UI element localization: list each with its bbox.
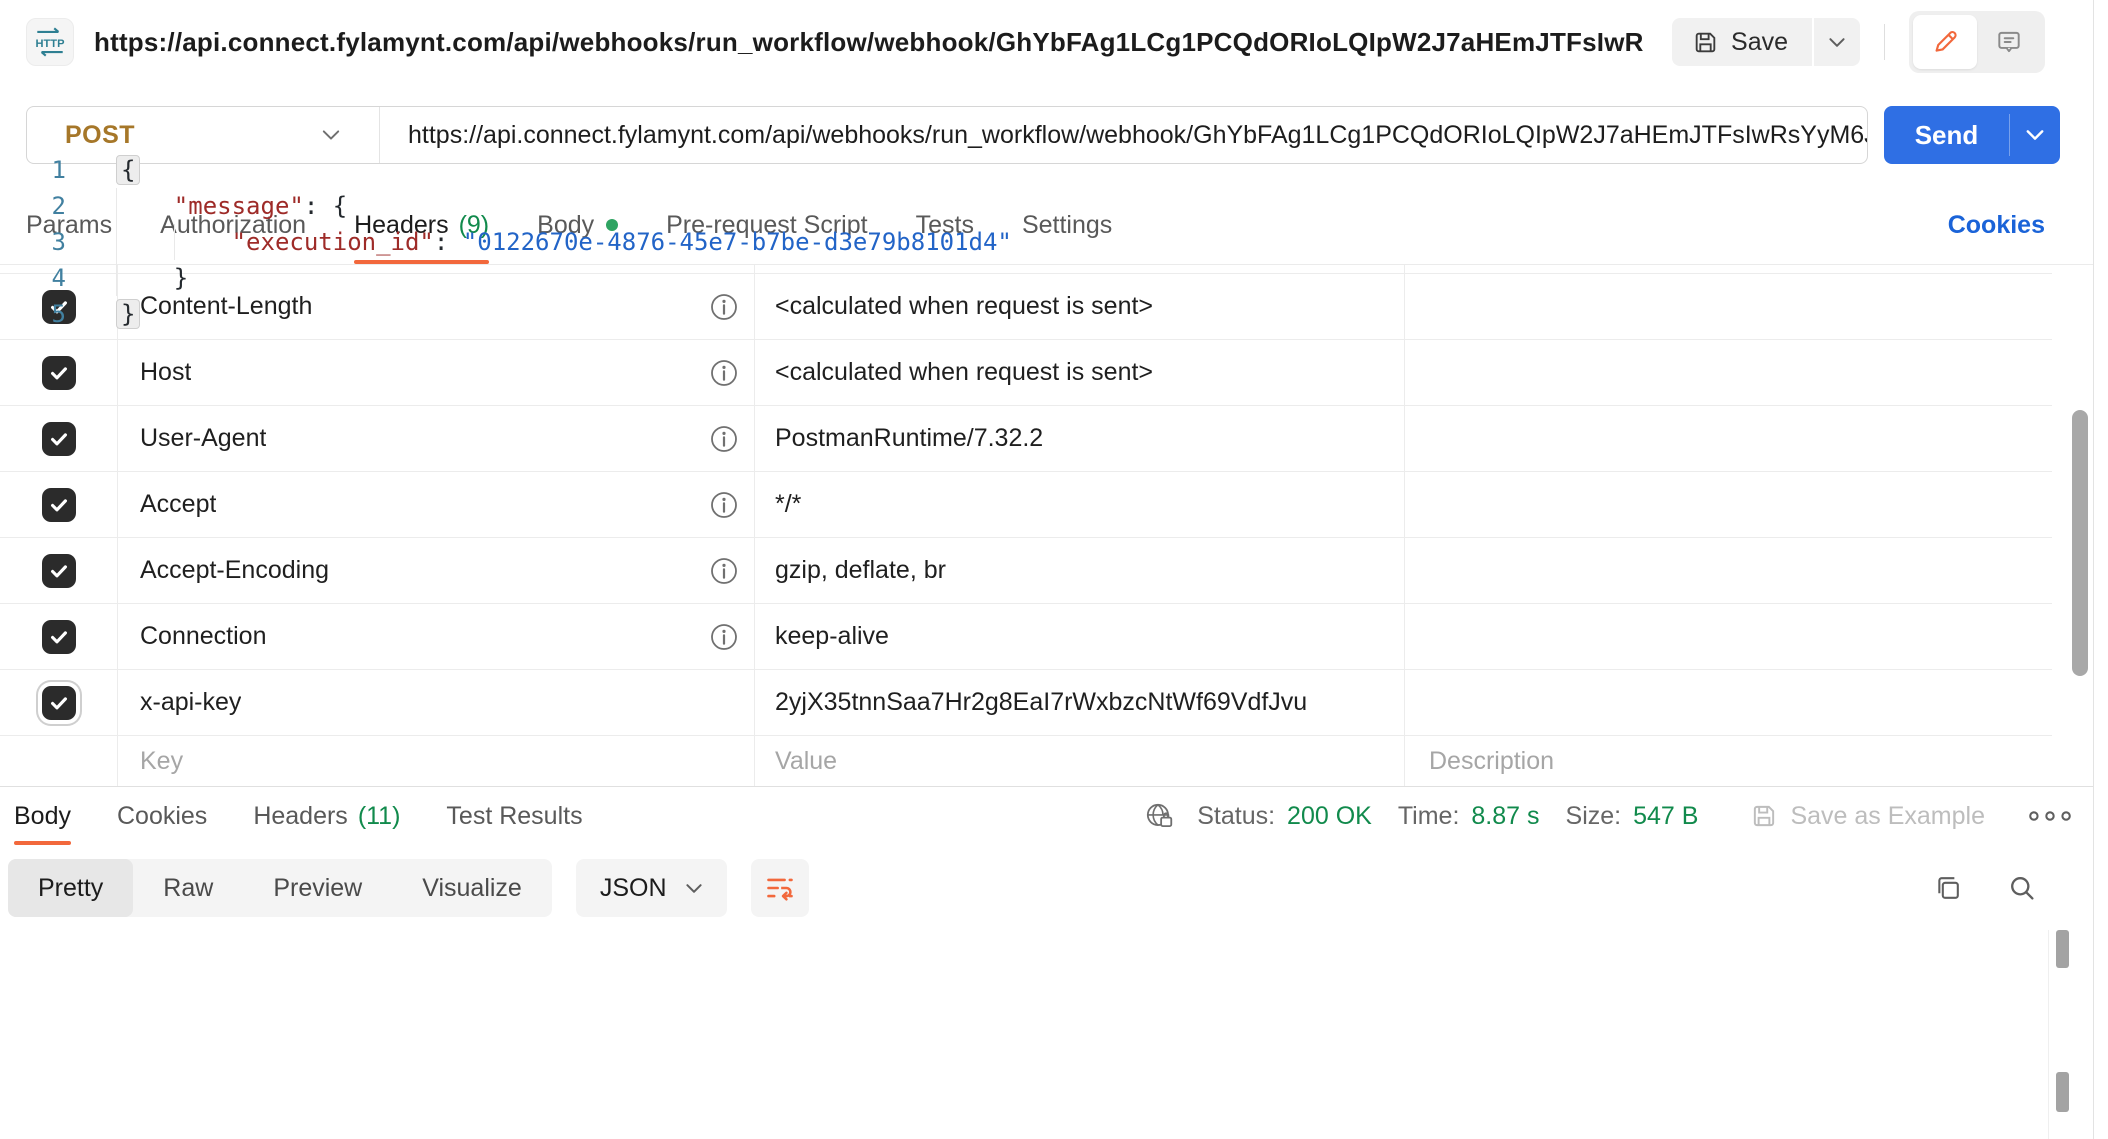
save-options-button[interactable]	[1814, 18, 1860, 66]
line-number: 5	[0, 300, 66, 328]
line-number: 1	[0, 156, 66, 184]
token-punc: :	[434, 228, 463, 256]
fold-marker[interactable]: }	[116, 299, 140, 329]
code-scroll-gutter	[2048, 930, 2049, 1139]
indent-guide	[174, 224, 232, 260]
line-number: 4	[0, 264, 66, 292]
api-client-window: HTTP https://api.connect.fylamynt.com/ap…	[0, 0, 2108, 1139]
scrollbar-thumb[interactable]	[2072, 410, 2088, 676]
mode-switcher	[1909, 11, 2045, 73]
code-line: 1{	[0, 152, 2048, 188]
line-number: 3	[0, 228, 66, 256]
save-split-button: Save	[1672, 18, 1860, 66]
code-line: 2 "message": {	[0, 188, 2048, 224]
line-content: }	[116, 299, 140, 329]
comment-icon	[1995, 28, 2023, 56]
line-content: {	[116, 155, 140, 185]
token-key: "message"	[174, 192, 304, 220]
http-method-icon: HTTP	[26, 18, 74, 66]
response-body[interactable]: 1{2"message": {3"execution_id": "0122670…	[0, 144, 2048, 1139]
token-punc: : {	[304, 192, 347, 220]
code-line: 4}	[0, 260, 2048, 296]
save-icon	[1692, 29, 1719, 56]
token-str: "0122670e-4876-45e7-b7be-d3e79b8101d4"	[463, 228, 1012, 256]
indent-guide	[116, 188, 174, 224]
fold-marker[interactable]: {	[116, 155, 140, 185]
response-scrollbar-thumb[interactable]	[2056, 930, 2069, 968]
comments-button[interactable]	[1977, 15, 2041, 69]
request-header: HTTP https://api.connect.fylamynt.com/ap…	[0, 0, 2093, 84]
edit-mode-button[interactable]	[1913, 15, 1977, 69]
indent-guide	[116, 260, 174, 296]
code-line: 5}	[0, 296, 2048, 332]
save-button[interactable]: Save	[1672, 18, 1812, 66]
pane-divider	[2093, 0, 2094, 1139]
line-content: }	[116, 260, 188, 296]
token-punc: }	[174, 264, 188, 292]
line-content: "execution_id": "0122670e-4876-45e7-b7be…	[116, 224, 1012, 260]
response-scrollbar-thumb[interactable]	[2056, 1072, 2069, 1112]
request-title: https://api.connect.fylamynt.com/api/web…	[94, 27, 1644, 58]
svg-text:HTTP: HTTP	[35, 38, 65, 50]
pencil-icon	[1931, 28, 1959, 56]
save-label: Save	[1731, 28, 1788, 57]
code-line: 3 "execution_id": "0122670e-4876-45e7-b7b…	[0, 224, 2048, 260]
indent-guide	[116, 224, 174, 260]
header-divider	[1884, 24, 1885, 60]
token-key: "execution_id"	[232, 228, 434, 256]
line-content: "message": {	[116, 188, 347, 224]
line-number: 2	[0, 192, 66, 220]
chevron-down-icon	[321, 129, 341, 141]
